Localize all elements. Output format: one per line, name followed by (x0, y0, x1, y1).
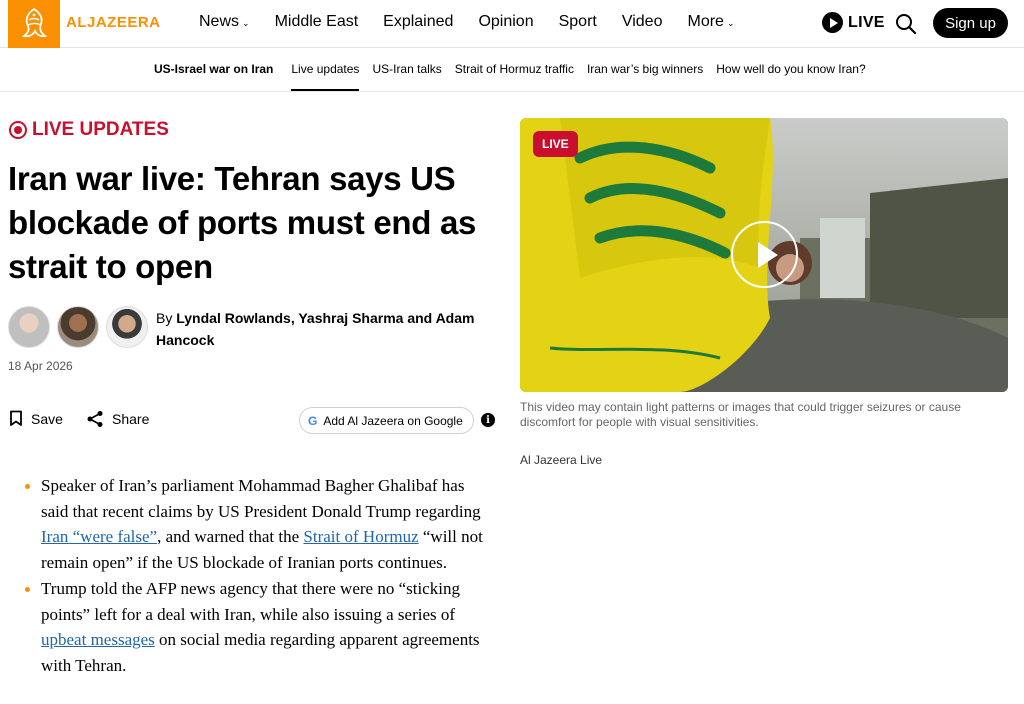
nav-label: More (687, 13, 724, 30)
aljazeera-logo[interactable] (8, 0, 60, 48)
nav-item-video[interactable]: Video (622, 13, 663, 31)
byline-authors[interactable]: Lyndal Rowlands, Yashraj Sharma and Adam… (156, 310, 474, 348)
video-live-badge: LIVE (533, 131, 578, 157)
live-button[interactable]: LIVE (822, 12, 885, 33)
nav-label: Explained (383, 13, 454, 30)
add-on-google-label: Add Al Jazeera on Google (323, 413, 463, 428)
publish-date: 18 Apr 2026 (8, 359, 73, 373)
play-circle-icon (822, 12, 843, 33)
subnav-item-strait-of-hormuz[interactable]: Strait of Hormuz traffic (455, 62, 574, 91)
search-icon[interactable] (894, 12, 918, 36)
nav-item-sport[interactable]: Sport (559, 13, 597, 31)
logo-text[interactable]: ALJAZEERA (66, 14, 161, 31)
byline: By Lyndal Rowlands, Yashraj Sharma and A… (156, 307, 476, 351)
aljazeera-logo-icon (21, 7, 48, 38)
live-label: LIVE (848, 13, 885, 31)
nav-item-more[interactable]: More ⌄ (687, 13, 734, 31)
summary-bullets: Speaker of Iran’s parliament Mohammad Ba… (25, 473, 495, 679)
subnav-item-quiz[interactable]: How well do you know Iran? (716, 62, 865, 91)
play-button[interactable] (731, 221, 798, 288)
bookmark-icon (10, 410, 22, 426)
info-icon[interactable]: i (481, 413, 495, 427)
avatar[interactable] (106, 306, 148, 348)
nav-label: Middle East (274, 13, 359, 30)
video-source-label: Al Jazeera Live (520, 453, 603, 467)
live-updates-label: LIVE UPDATES (9, 119, 169, 141)
avatar[interactable] (57, 306, 99, 348)
list-item: Trump told the AFP news agency that ther… (25, 576, 495, 679)
topic-subnav: US-Israel war on Iran Live updates US-Ir… (0, 49, 1024, 92)
subnav-item-us-israel-war[interactable]: US-Israel war on Iran (154, 62, 273, 91)
main-nav: News ⌄ Middle East Explained Opinion Spor… (199, 13, 759, 31)
article-headline: Iran war live: Tehran says US blockade o… (8, 160, 477, 285)
live-indicator-icon (9, 121, 27, 139)
nav-label: Opinion (478, 13, 534, 30)
nav-label: News (199, 13, 240, 30)
nav-item-middle-east[interactable]: Middle East (275, 13, 359, 31)
share-button[interactable]: Share (86, 410, 149, 428)
save-button[interactable]: Save (9, 410, 63, 427)
author-avatars (8, 306, 155, 348)
bullet-text: , and warned that the (157, 527, 304, 547)
nav-item-opinion[interactable]: Opinion (478, 13, 533, 31)
link-strait-of-hormuz[interactable]: Strait of Hormuz (303, 527, 418, 546)
chevron-down-icon: ⌄ (242, 17, 250, 28)
bullet-text: Trump told the AFP news agency that ther… (41, 578, 460, 624)
share-icon (87, 411, 103, 427)
share-label: Share (112, 411, 150, 427)
link-iran-were-false[interactable]: Iran “were false” (41, 527, 157, 546)
avatar[interactable] (8, 306, 50, 348)
nav-item-news[interactable]: News ⌄ (199, 13, 250, 31)
nav-label: Sport (558, 13, 597, 30)
list-item: Speaker of Iran’s parliament Mohammad Ba… (25, 473, 495, 576)
live-updates-text: LIVE UPDATES (32, 119, 169, 140)
link-upbeat-messages[interactable]: upbeat messages (41, 630, 155, 649)
sign-up-button[interactable]: Sign up (933, 8, 1008, 38)
seizure-warning: This video may contain light patterns or… (520, 400, 961, 429)
byline-prefix: By (156, 310, 177, 326)
top-navigation-bar: ALJAZEERA News ⌄ Middle East Explained Op… (0, 0, 1024, 48)
google-icon: G (308, 413, 318, 428)
nav-label: Video (621, 13, 663, 30)
live-video-player[interactable]: LIVE (520, 118, 1008, 392)
nav-item-explained[interactable]: Explained (383, 13, 453, 31)
bullet-text: Speaker of Iran’s parliament Mohammad Ba… (41, 476, 481, 521)
subnav-item-live-updates[interactable]: Live updates (291, 62, 360, 91)
add-on-google-button[interactable]: G Add Al Jazeera on Google (299, 407, 474, 434)
save-label: Save (31, 410, 63, 427)
subnav-item-us-iran-talks[interactable]: US-Iran talks (372, 62, 441, 91)
subnav-item-big-winners[interactable]: Iran war’s big winners (587, 62, 703, 91)
chevron-down-icon: ⌄ (726, 17, 735, 28)
